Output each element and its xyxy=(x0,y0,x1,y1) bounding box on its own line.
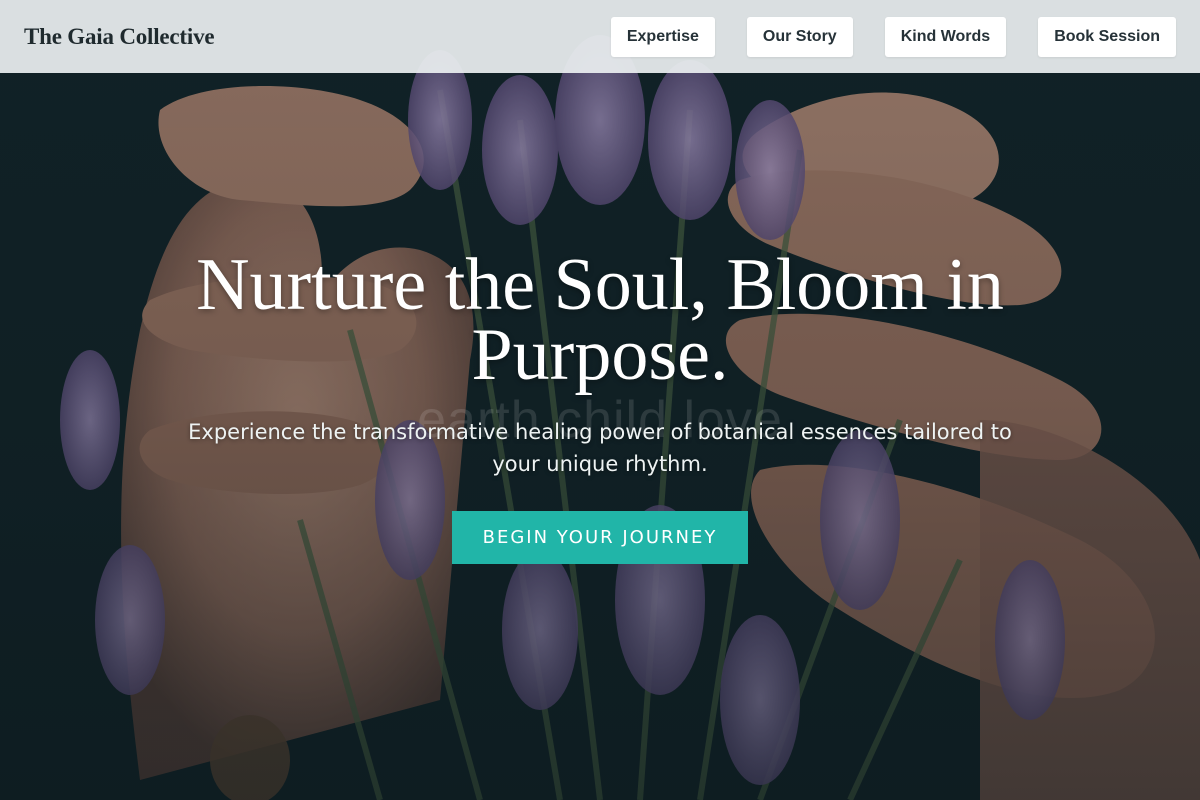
hero-content: earth child love Nurture the Soul, Bloom… xyxy=(0,244,1200,564)
site-header: The Gaia Collective Expertise Our Story … xyxy=(0,0,1200,73)
nav-book-session-button[interactable]: Book Session xyxy=(1038,16,1176,57)
nav-our-story-button[interactable]: Our Story xyxy=(746,16,853,57)
nav-expertise-button[interactable]: Expertise xyxy=(610,16,715,57)
brand-logo[interactable]: The Gaia Collective xyxy=(24,24,215,50)
nav-kind-words-button[interactable]: Kind Words xyxy=(884,16,1007,57)
main-nav: Expertise Our Story Kind Words Book Sess… xyxy=(610,16,1176,57)
begin-journey-button[interactable]: BEGIN YOUR JOURNEY xyxy=(452,511,748,564)
hero-headline: Nurture the Soul, Bloom in Purpose. xyxy=(196,244,1004,396)
hero-subtitle: Experience the transformative healing po… xyxy=(188,420,1012,476)
